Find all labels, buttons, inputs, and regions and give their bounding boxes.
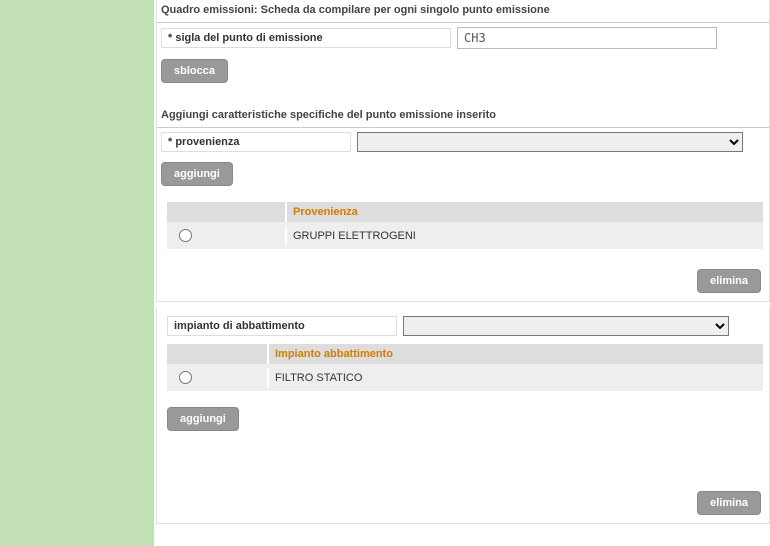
sblocca-button[interactable]: sblocca (161, 59, 228, 83)
table-row: FILTRO STATICO (167, 364, 763, 391)
impianto-row-label: FILTRO STATICO (267, 368, 763, 388)
left-sidebar (0, 0, 154, 546)
sigla-input[interactable] (457, 27, 717, 49)
provenienza-select[interactable] (357, 132, 743, 152)
aggiungi-impianto-button[interactable]: aggiungi (167, 407, 239, 431)
impianto-header-label: Impianto abbattimento (267, 344, 763, 364)
provenienza-row-label: GRUPPI ELETTROGENI (285, 226, 763, 246)
impianto-label: impianto di abbattimento (167, 316, 397, 336)
provenienza-header-label: Provenienza (285, 202, 763, 222)
emissions-panel: Quadro emissioni: Scheda da compilare pe… (156, 0, 770, 302)
elimina-provenienza-button[interactable]: elimina (697, 269, 761, 293)
elimina-impianto-button[interactable]: elimina (697, 491, 761, 515)
sigla-label: * sigla del punto di emissione (161, 28, 451, 48)
provenienza-row: * provenienza (157, 128, 769, 156)
aggiungi-provenienza-button[interactable]: aggiungi (161, 162, 233, 186)
main-content: Quadro emissioni: Scheda da compilare pe… (156, 0, 770, 524)
impianto-select[interactable] (403, 316, 729, 336)
section2-title: Aggiungi caratteristiche specifiche del … (157, 105, 769, 128)
impianto-panel: impianto di abbattimento Impianto abbatt… (156, 308, 770, 524)
provenienza-table: Provenienza GRUPPI ELETTROGENI (167, 202, 763, 249)
impianto-radio-col (167, 344, 267, 364)
impianto-row-radio[interactable] (179, 371, 192, 384)
impianto-row: impianto di abbattimento (157, 312, 769, 340)
provenienza-radio-col (167, 202, 285, 222)
section1-title: Quadro emissioni: Scheda da compilare pe… (157, 0, 769, 23)
table-row: GRUPPI ELETTROGENI (167, 222, 763, 249)
provenienza-row-radio[interactable] (179, 229, 192, 242)
sigla-row: * sigla del punto di emissione (157, 23, 769, 53)
impianto-table: Impianto abbattimento FILTRO STATICO (167, 344, 763, 391)
provenienza-label: * provenienza (161, 132, 351, 152)
